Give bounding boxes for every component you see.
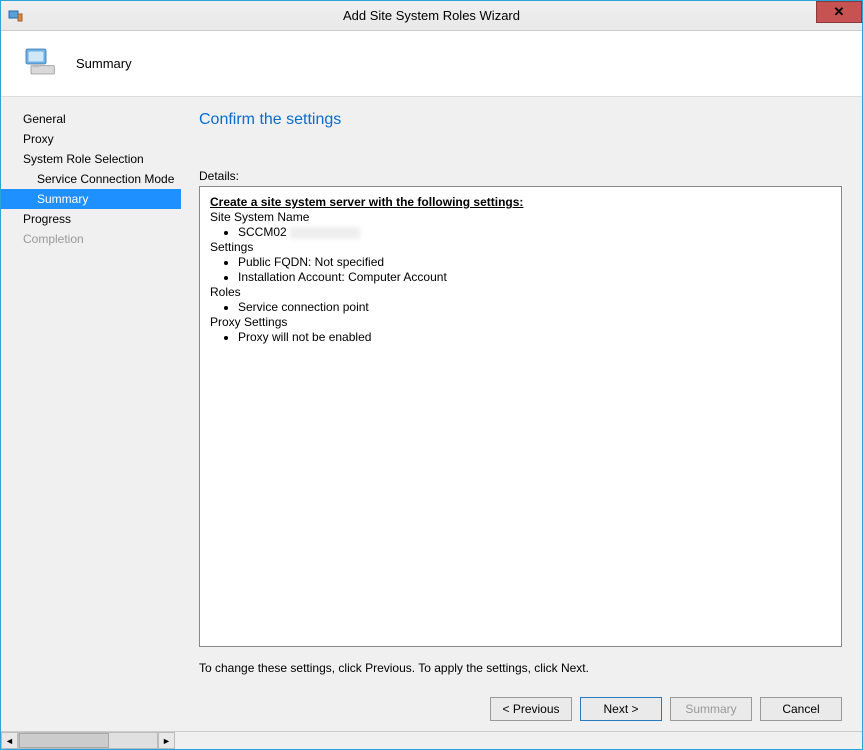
- details-section-title: Settings: [210, 240, 831, 255]
- details-section-list: Proxy will not be enabled: [238, 330, 831, 345]
- details-section-list: Service connection point: [238, 300, 831, 315]
- main-panel: Confirm the settings Details: Create a s…: [181, 97, 862, 731]
- redacted-text: [290, 227, 360, 239]
- sidebar-item-label: General: [23, 112, 66, 126]
- wizard-body: General Proxy System Role Selection Service…: [1, 97, 862, 731]
- close-button[interactable]: ✕: [816, 1, 862, 23]
- sidebar-item-general[interactable]: General: [1, 109, 181, 129]
- details-header: Create a site system server with the fol…: [210, 195, 831, 210]
- sidebar-item-label: System Role Selection: [23, 152, 144, 166]
- details-section-title: Site System Name: [210, 210, 831, 225]
- titlebar: Add Site System Roles Wizard ✕: [1, 1, 862, 31]
- next-button[interactable]: Next >: [580, 697, 662, 721]
- scroll-thumb[interactable]: [19, 733, 109, 748]
- details-textbox[interactable]: Create a site system server with the fol…: [199, 186, 842, 647]
- scroll-right-arrow[interactable]: ►: [158, 732, 175, 749]
- previous-button[interactable]: < Previous: [490, 697, 572, 721]
- sidebar-item-label: Progress: [23, 212, 71, 226]
- sidebar-item-label: Proxy: [23, 132, 54, 146]
- sidebar-item-label: Completion: [23, 232, 84, 246]
- section-heading: Confirm the settings: [199, 111, 842, 129]
- sidebar-item-label: Summary: [37, 192, 88, 206]
- summary-button: Summary: [670, 697, 752, 721]
- scroll-track[interactable]: [18, 732, 158, 749]
- app-icon: [7, 8, 23, 24]
- sidebar-item-label: Service Connection Mode: [37, 172, 174, 186]
- details-section-list: SCCM02: [238, 225, 831, 240]
- details-item: SCCM02: [238, 225, 831, 240]
- hint-text: To change these settings, click Previous…: [199, 661, 842, 675]
- sidebar-item-completion: Completion: [1, 229, 181, 249]
- computer-icon: [21, 44, 61, 84]
- sidebar-item-summary[interactable]: Summary: [1, 189, 181, 209]
- details-section-title: Roles: [210, 285, 831, 300]
- cancel-button[interactable]: Cancel: [760, 697, 842, 721]
- details-item: Proxy will not be enabled: [238, 330, 831, 345]
- window-title: Add Site System Roles Wizard: [1, 8, 862, 23]
- wizard-steps-sidebar: General Proxy System Role Selection Service…: [1, 97, 181, 731]
- details-item: Service connection point: [238, 300, 831, 315]
- details-section-title: Proxy Settings: [210, 315, 831, 330]
- scroll-left-arrow[interactable]: ◄: [1, 732, 18, 749]
- sidebar-item-proxy[interactable]: Proxy: [1, 129, 181, 149]
- page-title: Summary: [76, 56, 132, 71]
- sidebar-item-progress[interactable]: Progress: [1, 209, 181, 229]
- close-icon: ✕: [834, 4, 845, 20]
- details-item: Installation Account: Computer Account: [238, 270, 831, 285]
- sidebar-item-system-role-selection[interactable]: System Role Selection: [1, 149, 181, 169]
- details-item: Public FQDN: Not specified: [238, 255, 831, 270]
- button-row: < Previous Next > Summary Cancel: [199, 697, 842, 721]
- details-label: Details:: [199, 169, 842, 183]
- horizontal-scrollbar[interactable]: ◄ ►: [1, 731, 862, 749]
- details-section-list: Public FQDN: Not specifiedInstallation A…: [238, 255, 831, 285]
- sidebar-item-service-connection-mode[interactable]: Service Connection Mode: [1, 169, 181, 189]
- wizard-header: Summary: [1, 31, 862, 97]
